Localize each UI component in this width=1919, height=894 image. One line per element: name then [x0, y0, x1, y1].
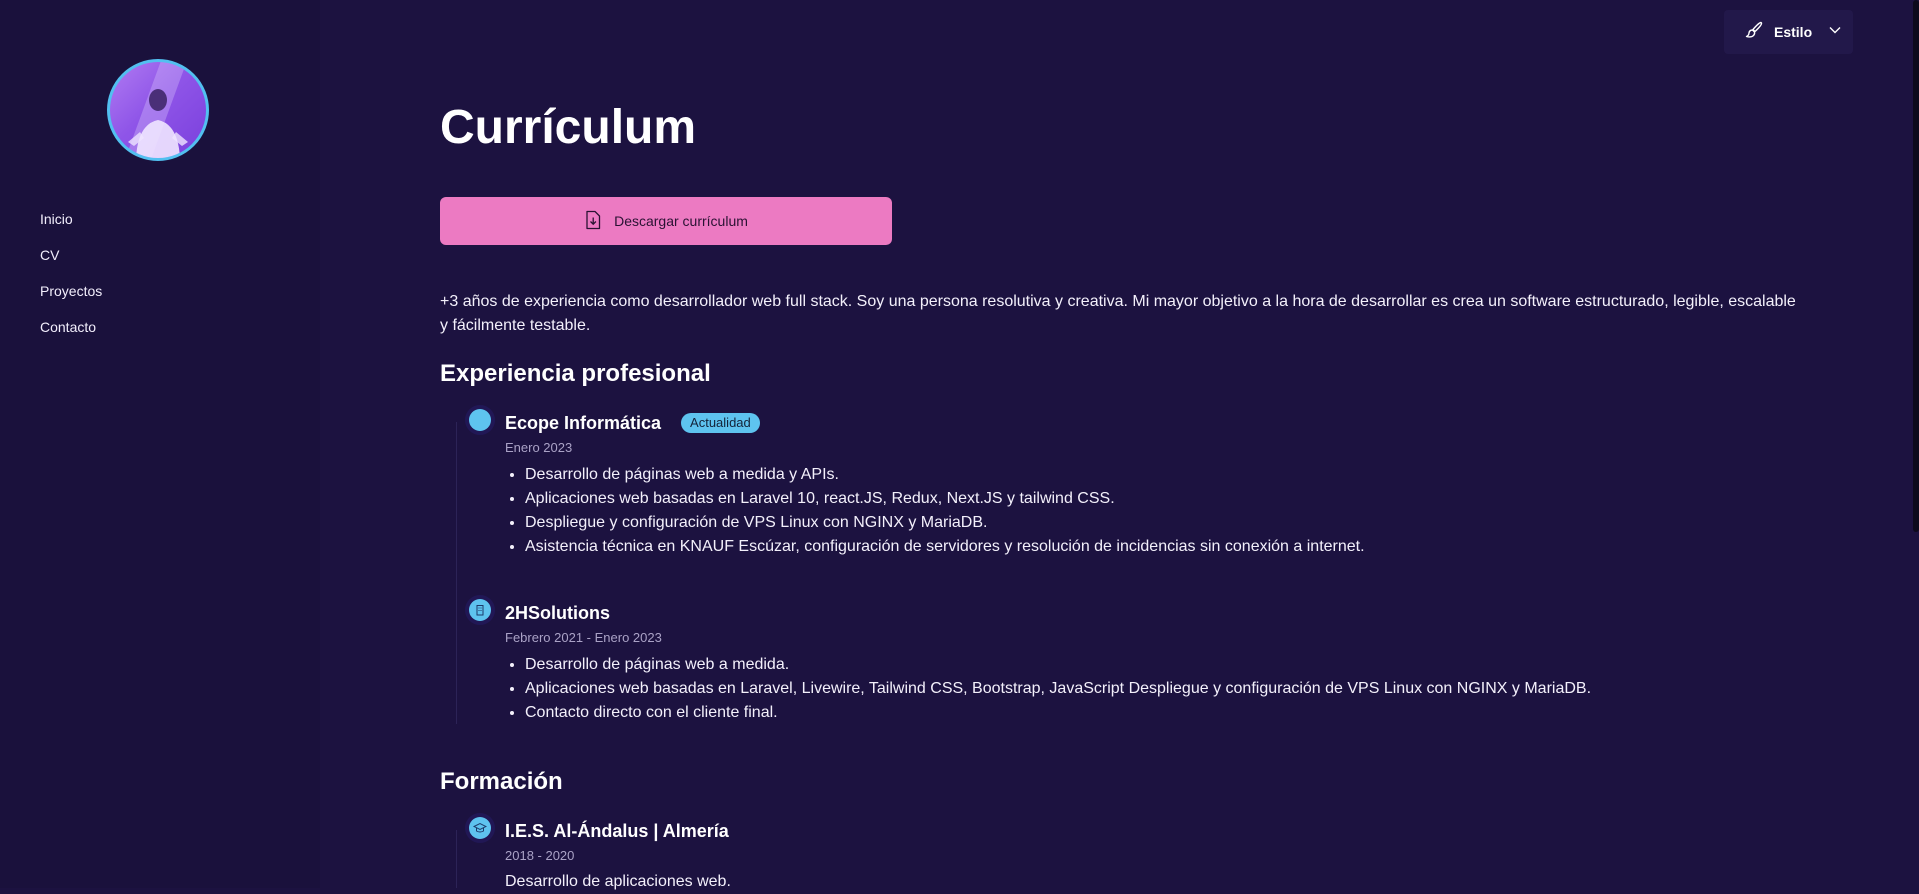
sidebar: Inicio CV Proyectos Contacto	[0, 0, 320, 888]
download-cv-button[interactable]: Descargar currículum	[440, 197, 892, 245]
chevron-down-icon	[1828, 23, 1842, 42]
scrollbar-thumb[interactable]	[1913, 0, 1919, 532]
education-title: I.E.S. Al-Ándalus | Almería	[505, 819, 729, 843]
job-company: Ecope Informática	[505, 413, 662, 433]
job-date: Febrero 2021 - Enero 2023	[505, 630, 662, 645]
job-duties-list: Desarrollo de páginas web a medida. Apli…	[505, 653, 1591, 725]
sidebar-item-cv[interactable]: CV	[40, 244, 102, 280]
job-title: 2HSolutions	[505, 601, 610, 625]
list-item: Desarrollo de páginas web a medida.	[525, 653, 1591, 677]
list-item: Despliegue y configuración de VPS Linux …	[525, 511, 1365, 535]
experience-timeline-line	[456, 422, 457, 724]
list-item: Asistencia técnica en KNAUF Escúzar, con…	[525, 535, 1365, 559]
sidebar-item-inicio[interactable]: Inicio	[40, 208, 102, 244]
sidebar-nav: Inicio CV Proyectos Contacto	[40, 208, 102, 352]
avatar	[107, 59, 209, 161]
education-heading: Formación	[440, 768, 563, 795]
style-label: Estilo	[1774, 24, 1813, 40]
download-cv-label: Descargar currículum	[614, 213, 748, 229]
list-item: Aplicaciones web basadas en Laravel 10, …	[525, 487, 1365, 511]
brush-icon	[1744, 20, 1764, 45]
job-date: Enero 2023	[505, 440, 573, 455]
timeline-dot-icon	[465, 405, 495, 435]
page-title: Currículum	[440, 101, 697, 154]
intro-text: +3 años de experiencia como desarrollado…	[440, 293, 1796, 334]
job-duties-list: Desarrollo de páginas web a medida y API…	[505, 463, 1365, 559]
sidebar-item-proyectos[interactable]: Proyectos	[40, 280, 102, 316]
education-school: I.E.S. Al-Ándalus | Almería	[505, 821, 729, 841]
status-badge: Actualidad	[681, 413, 760, 433]
experience-heading: Experiencia profesional	[440, 360, 711, 387]
list-item: Aplicaciones web basadas en Laravel, Liv…	[525, 677, 1591, 701]
list-item: Desarrollo de páginas web a medida y API…	[525, 463, 1365, 487]
building-icon	[465, 595, 495, 625]
education-date: 2018 - 2020	[505, 848, 575, 863]
education-description: Desarrollo de aplicaciones web.	[505, 873, 731, 890]
file-download-icon	[584, 210, 602, 233]
job-company: 2HSolutions	[505, 603, 611, 623]
graduation-cap-icon	[465, 813, 495, 843]
list-item: Contacto directo con el cliente final.	[525, 701, 1591, 725]
job-title: Ecope Informática Actualidad	[505, 411, 760, 435]
style-selector-button[interactable]: Estilo	[1724, 10, 1853, 54]
sidebar-item-contacto[interactable]: Contacto	[40, 316, 102, 352]
education-timeline-line	[456, 830, 457, 888]
